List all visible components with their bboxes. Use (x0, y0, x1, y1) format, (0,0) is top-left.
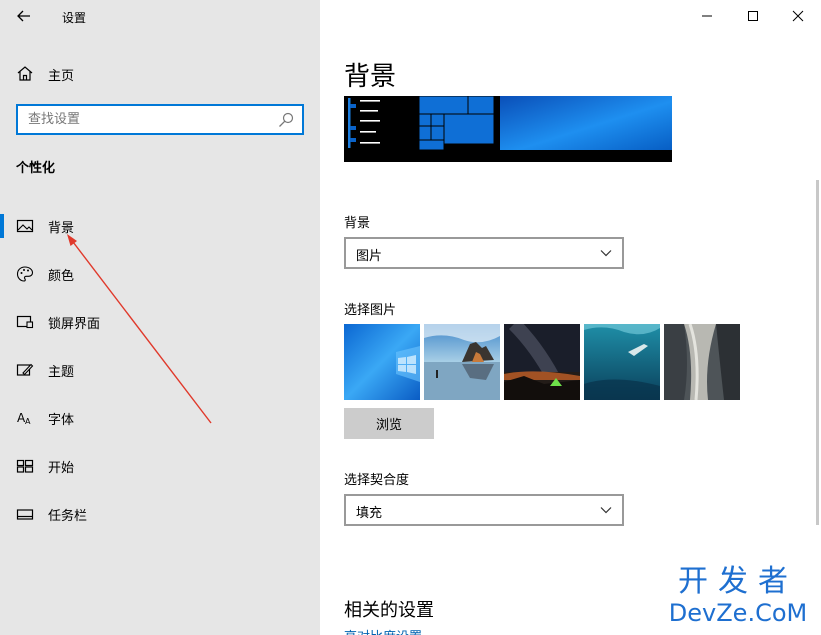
page-title: 背景 (344, 62, 397, 92)
sidebar-item-lock-screen[interactable]: 锁屏界面 (0, 298, 320, 346)
back-button[interactable] (8, 4, 40, 28)
high-contrast-settings-link[interactable]: 高对比度设置 (344, 626, 422, 635)
sidebar-item-background[interactable]: 背景 (0, 202, 320, 250)
background-type-dropdown[interactable]: 图片 (344, 237, 624, 269)
search-box[interactable] (16, 104, 304, 135)
sidebar-item-label: 任务栏 (48, 509, 88, 524)
watermark-logo: 开发者 DevZe.CoM (663, 564, 813, 628)
dropdown-value: 图片 (356, 249, 383, 264)
close-icon (792, 10, 804, 22)
sidebar-item-label: 字体 (48, 413, 75, 428)
section-title: 个性化 (16, 161, 56, 176)
browse-button[interactable]: 浏览 (344, 408, 434, 439)
scrollbar[interactable] (816, 180, 819, 525)
home-icon (17, 66, 33, 81)
sidebar-item-label: 主题 (48, 365, 75, 380)
lock-screen-icon (16, 315, 34, 329)
sidebar-item-themes[interactable]: 主题 (0, 346, 320, 394)
maximize-icon (748, 11, 758, 21)
sidebar-item-label: 开始 (48, 461, 75, 476)
dropdown-value: 填充 (356, 506, 383, 521)
sidebar-item-start[interactable]: 开始 (0, 442, 320, 490)
font-icon: AA (17, 411, 31, 426)
picture-icon (16, 219, 34, 233)
background-type-label: 背景 (344, 216, 371, 231)
start-icon (16, 459, 34, 473)
sidebar-item-label: 颜色 (48, 269, 75, 284)
choose-fit-label: 选择契合度 (344, 473, 410, 488)
watermark-line2: DevZe.CoM (668, 599, 808, 627)
thumbnail-underwater-swimmer[interactable] (584, 324, 660, 400)
minimize-button[interactable] (684, 0, 730, 32)
chevron-down-icon (600, 507, 612, 514)
fit-dropdown[interactable]: 填充 (344, 494, 624, 526)
nav-list: 背景 颜色 锁屏界面 主题 AA 字体 开始 任务栏 (0, 202, 320, 538)
search-input[interactable] (18, 106, 268, 133)
sidebar-item-fonts[interactable]: AA 字体 (0, 394, 320, 442)
theme-icon (16, 363, 34, 376)
sidebar: 设置 主页 个性化 背景 颜色 锁屏界面 主题 AA 字体 (0, 0, 320, 635)
maximize-button[interactable] (730, 0, 776, 32)
watermark-line1: 开发者 (678, 564, 798, 599)
home-label: 主页 (48, 69, 75, 84)
thumbnail-windows-hero[interactable] (344, 324, 420, 400)
search-icon[interactable] (278, 112, 294, 128)
taskbar-icon (16, 509, 34, 520)
title-bar: 设置 (0, 0, 320, 32)
close-button[interactable] (775, 0, 821, 32)
thumbnail-milky-way-tent[interactable] (504, 324, 580, 400)
desktop-preview (344, 96, 672, 162)
choose-picture-label: 选择图片 (344, 303, 397, 318)
sidebar-item-label: 背景 (48, 221, 75, 236)
sidebar-item-label: 锁屏界面 (48, 317, 101, 332)
sidebar-item-colors[interactable]: 颜色 (0, 250, 320, 298)
back-arrow-icon (17, 10, 30, 22)
svg-text:A: A (25, 417, 31, 426)
related-settings-title: 相关的设置 (344, 600, 434, 621)
home-link[interactable]: 主页 (0, 58, 320, 88)
thumbnail-beach-rocks[interactable] (424, 324, 500, 400)
main-panel: 背景 背景 图片 选择图片 浏览 选择契合度 填充 相关的设置 (320, 0, 821, 635)
thumbnail-rock-cliff[interactable] (664, 324, 740, 400)
app-title: 设置 (62, 11, 87, 25)
minimize-icon (702, 15, 712, 17)
picture-thumbnails (344, 324, 740, 400)
sidebar-item-taskbar[interactable]: 任务栏 (0, 490, 320, 538)
chevron-down-icon (600, 250, 612, 257)
palette-icon (16, 266, 34, 282)
